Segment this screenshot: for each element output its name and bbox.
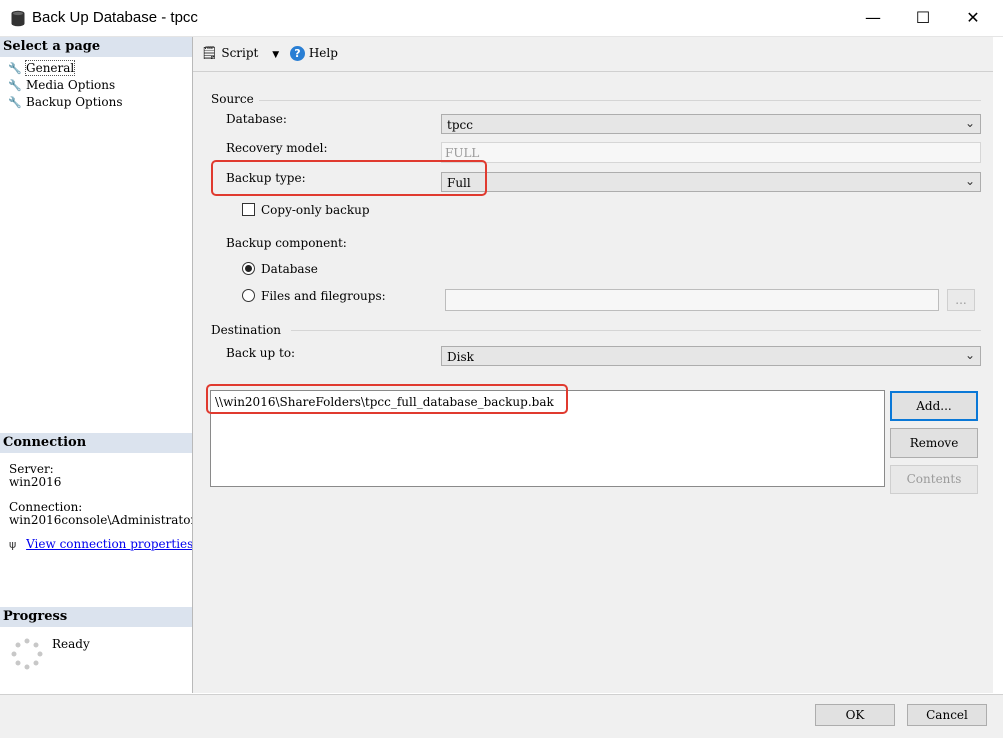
database-radio[interactable] — [242, 262, 255, 275]
recovery-model-label: Recovery model: — [226, 141, 328, 155]
wrench-icon: 🔧 — [8, 96, 22, 109]
destination-path-highlight — [206, 384, 568, 414]
minimize-button[interactable]: — — [850, 0, 896, 36]
main-panel: 🗒 Script ▼ ? Help Source Database: tpcc … — [193, 37, 993, 693]
chevron-down-icon: ⌄ — [964, 116, 975, 130]
backup-to-label: Back up to: — [226, 346, 296, 360]
script-button[interactable]: 🗒 Script ▼ — [201, 46, 279, 61]
chevron-down-icon[interactable]: ▼ — [272, 50, 279, 60]
copy-only-label: Copy-only backup — [261, 203, 370, 217]
backup-to-value: Disk — [447, 350, 474, 364]
title-bar: Back Up Database - tpcc — ☐ ✕ — [0, 0, 1003, 37]
cancel-button[interactable]: Cancel — [907, 704, 987, 726]
script-label: Script — [221, 46, 259, 60]
recovery-model-field: FULL — [441, 142, 981, 163]
progress-spinner-icon — [11, 638, 43, 670]
left-pane: Select a page 🔧 General 🔧 Media Options … — [0, 37, 193, 693]
backup-type-select[interactable]: Full ⌄ — [441, 172, 981, 192]
help-button[interactable]: ? Help — [290, 46, 338, 61]
chevron-down-icon: ⌄ — [964, 348, 975, 362]
help-label: Help — [308, 46, 338, 60]
server-info: Server: win2016 — [9, 463, 61, 489]
contents-button: Contents — [890, 465, 978, 494]
copy-only-checkbox[interactable] — [242, 203, 255, 216]
view-connection-properties[interactable]: ψ View connection properties — [9, 537, 192, 551]
database-select[interactable]: tpcc ⌄ — [441, 114, 981, 134]
database-value: tpcc — [447, 118, 473, 132]
destination-divider — [291, 330, 981, 331]
chevron-down-icon: ⌄ — [964, 174, 975, 188]
page-media-options-label: Media Options — [26, 78, 116, 92]
window-title: Back Up Database - tpcc — [32, 9, 198, 26]
select-page-header: Select a page — [0, 37, 192, 57]
page-backup-options[interactable]: 🔧 Backup Options — [0, 94, 192, 111]
backup-to-select[interactable]: Disk ⌄ — [441, 346, 981, 366]
progress-header: Progress — [0, 607, 192, 627]
database-icon — [11, 10, 25, 27]
wrench-icon: 🔧 — [8, 79, 22, 92]
connection-info: Connection: win2016console\Administrator — [9, 501, 192, 527]
connection-properties-icon: ψ — [9, 538, 17, 551]
page-media-options[interactable]: 🔧 Media Options — [0, 77, 192, 94]
ok-button[interactable]: OK — [815, 704, 895, 726]
connection-value: win2016console\Administrator — [9, 513, 192, 527]
destination-header: Destination — [211, 323, 282, 337]
database-label: Database: — [226, 112, 287, 126]
close-button[interactable]: ✕ — [950, 0, 996, 36]
toolbar-divider — [193, 71, 993, 72]
server-value: win2016 — [9, 475, 62, 489]
remove-button[interactable]: Remove — [890, 428, 978, 458]
dialog-footer: OK Cancel — [0, 694, 1003, 738]
add-button[interactable]: Add... — [890, 391, 978, 421]
browse-files-button: ... — [947, 289, 975, 311]
wrench-icon: 🔧 — [8, 62, 22, 75]
files-filegroups-label: Files and filegroups: — [261, 289, 386, 303]
page-general[interactable]: 🔧 General — [0, 60, 192, 77]
files-filegroups-field — [445, 289, 939, 311]
files-filegroups-radio[interactable] — [242, 289, 255, 302]
backup-component-label: Backup component: — [226, 236, 347, 250]
backup-type-highlight — [211, 160, 487, 196]
script-icon: 🗒 — [201, 46, 218, 61]
recovery-model-value: FULL — [445, 146, 480, 160]
source-divider — [259, 100, 981, 101]
database-radio-label: Database — [261, 262, 318, 276]
progress-status: Ready — [52, 637, 90, 651]
connection-header: Connection — [0, 433, 192, 453]
page-backup-options-label: Backup Options — [26, 95, 123, 109]
view-connection-link[interactable]: View connection properties — [26, 537, 192, 551]
maximize-button[interactable]: ☐ — [900, 0, 946, 36]
source-header: Source — [211, 92, 254, 106]
help-icon: ? — [290, 46, 305, 61]
page-general-label: General — [24, 60, 76, 76]
